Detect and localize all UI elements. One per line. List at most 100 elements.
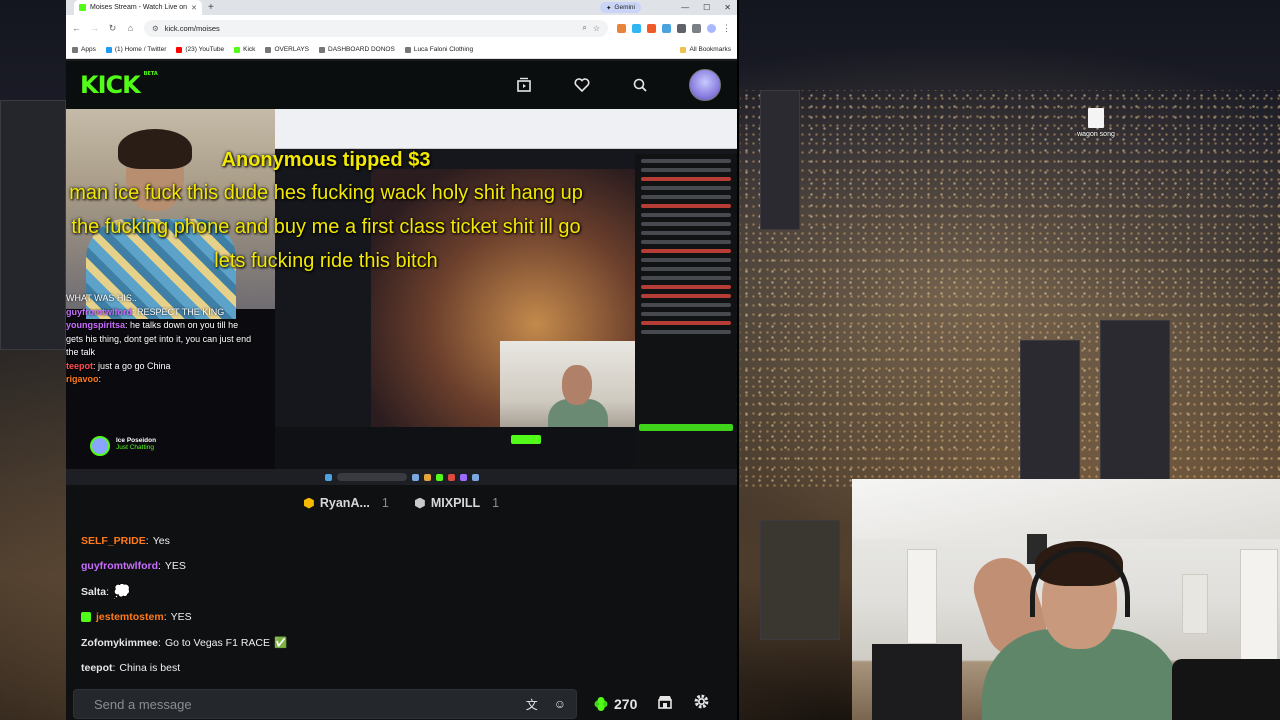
leaderboard-item[interactable]: MIXPILL 1 [414, 496, 499, 510]
building [1020, 340, 1080, 480]
chat-message-input[interactable]: Send a message 文 ☺ [73, 689, 577, 719]
desktop-file[interactable]: wagon song [1076, 108, 1116, 138]
logo-text: KICK [80, 71, 141, 99]
minimize-icon[interactable]: — [681, 3, 689, 12]
search-icon[interactable] [631, 76, 649, 94]
bookmark-twitter[interactable]: (1) Home / Twitter [105, 46, 166, 53]
back-icon[interactable]: ← [72, 23, 81, 33]
profile-icon[interactable] [707, 23, 716, 33]
bookmark-overlays[interactable]: OVERLAYS [265, 46, 309, 53]
captured-streamer-name: Ice Poseidon [116, 437, 157, 444]
kick-header: KICK BETA [66, 61, 737, 109]
zoom-icon[interactable]: ⌕ [582, 23, 586, 33]
forward-icon[interactable]: → [90, 23, 99, 33]
overlay-chat-user: rigavoo [66, 374, 99, 384]
chat-text: YES [170, 611, 192, 624]
captured-stream-meta: Ice Poseidon Just Chatting [116, 437, 156, 451]
bookmark-label: DASHBOARD DONOS [328, 46, 395, 53]
chat-messages: SELF_PRIDE: Yes guyfromtwlford: YES Salt… [66, 521, 737, 681]
captured-stream-info [275, 427, 635, 469]
tab-title: Moises Stream - Watch Live on [90, 4, 187, 11]
kick-logo[interactable]: KICK BETA [80, 71, 158, 99]
extensions-puzzle-icon[interactable] [677, 23, 686, 33]
bookmark-kick[interactable]: Kick [234, 46, 255, 53]
bookmark-dashboard[interactable]: DASHBOARD DONOS [319, 46, 395, 53]
leaderboard-name: MIXPILL [430, 496, 481, 510]
chat-username[interactable]: Salta [81, 586, 106, 598]
store-icon[interactable] [657, 694, 673, 715]
chat-message[interactable]: guyfromtwlford: YES [81, 554, 737, 580]
bookmark-label: OVERLAYS [274, 46, 309, 53]
url-input[interactable]: ⚙ kick.com/moises ⌕ ☆ [144, 19, 608, 37]
points-count: 270 [614, 696, 638, 712]
maximize-icon[interactable]: ☐ [703, 3, 710, 12]
chat-message[interactable]: Zofomykimmee: Go to Vegas F1 RACE ✅ [81, 630, 737, 656]
chat-message[interactable]: jestemtostem: YES [81, 605, 737, 631]
bookmark-star-icon[interactable]: ☆ [593, 24, 600, 33]
bookmark-label: (23) YouTube [185, 46, 225, 53]
chat-message[interactable]: teepot: China is best [81, 656, 737, 682]
cam-ceiling [852, 479, 1280, 539]
bookmark-apps[interactable]: Apps [72, 46, 96, 53]
desktop-file-label: wagon song [1077, 131, 1115, 138]
window-close-icon[interactable]: ✕ [724, 3, 731, 12]
chat-username[interactable]: teepot [81, 662, 113, 674]
reload-icon[interactable]: ↻ [108, 23, 117, 34]
gemini-label: Gemini [614, 4, 635, 11]
overlay-chat-user: teepot [66, 360, 93, 371]
translate-icon[interactable]: 文 [526, 696, 538, 713]
twitter-icon [105, 46, 112, 53]
side-panel-icon[interactable] [692, 23, 701, 33]
cam-face [562, 365, 592, 405]
leaderboard-item[interactable]: RyanA... 1 [303, 496, 389, 510]
emoji-icon[interactable]: ☺ [554, 697, 566, 711]
overlay-chat-line: guyfromtwlford: RESPECT THE KING [66, 306, 225, 317]
chat-username[interactable]: Zofomykimmee [81, 637, 158, 649]
site-info-icon[interactable]: ⚙ [152, 24, 159, 33]
tab-close-icon[interactable]: ✕ [191, 4, 197, 12]
gemini-button[interactable]: ✦ Gemini [599, 2, 641, 13]
chat-text: Go to Vegas F1 RACE [164, 636, 271, 649]
chat-text: Yes [152, 534, 170, 547]
browse-icon[interactable] [515, 76, 533, 94]
subscriber-badge-icon [81, 612, 91, 623]
points-icon [594, 697, 608, 711]
chat-message[interactable]: SELF_PRIDE: Yes [81, 528, 737, 554]
bookmarks-bar: Apps (1) Home / Twitter (23) YouTube Kic… [66, 41, 737, 59]
stream-video[interactable]: Ice Poseidon Just Chatting WHAT WAS HIS.… [66, 109, 737, 485]
heart-icon[interactable] [573, 76, 591, 94]
chat-username[interactable]: SELF_PRIDE [81, 535, 146, 547]
captured-follow-button [511, 435, 541, 444]
chat-username[interactable]: guyfromtwlford [81, 560, 158, 572]
captured-chat-button [639, 424, 733, 431]
menu-icon[interactable]: ⋮ [722, 23, 731, 34]
building [1100, 320, 1170, 480]
streamer-facecam [852, 479, 1280, 720]
extension-icon[interactable] [662, 23, 671, 33]
browser-window: Moises Stream - Watch Live on ✕ + ✦ Gemi… [66, 0, 737, 720]
bookmark-label: Kick [243, 46, 256, 53]
overlay-chat-text: WHAT WAS HIS.. [66, 293, 137, 303]
extension-icon[interactable] [617, 23, 626, 33]
channel-points[interactable]: 270 [593, 696, 637, 712]
bookmark-youtube[interactable]: (23) YouTube [176, 46, 224, 53]
globe-icon [404, 46, 411, 53]
captured-taskbar [66, 469, 737, 485]
user-avatar[interactable] [689, 69, 721, 101]
globe-icon [265, 46, 272, 53]
windows-start-icon [324, 473, 332, 481]
new-tab-icon[interactable]: + [208, 2, 214, 13]
browser-tab[interactable]: Moises Stream - Watch Live on ✕ [74, 0, 202, 15]
building [0, 100, 66, 350]
settings-gear-icon[interactable] [693, 693, 710, 715]
chat-username[interactable]: jestemtostem [96, 611, 164, 623]
chat-message[interactable]: Salta: 💭 [81, 579, 737, 605]
cam-door [907, 549, 937, 644]
home-icon[interactable]: ⌂ [126, 23, 135, 33]
all-bookmarks[interactable]: All Bookmarks [680, 46, 731, 53]
gold-gift-icon [303, 497, 314, 509]
chat-input-placeholder: Send a message [94, 696, 192, 712]
extension-icon[interactable] [647, 23, 656, 33]
extension-icon[interactable] [632, 23, 641, 33]
bookmark-luca[interactable]: Luca Faloni Clothing [404, 46, 473, 53]
